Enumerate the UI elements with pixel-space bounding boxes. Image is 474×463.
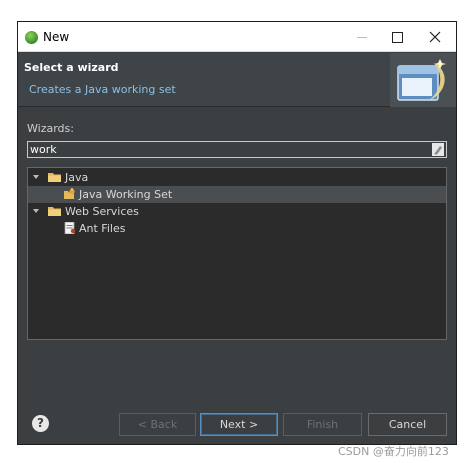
tree-item-web-services[interactable]: Web Services: [28, 203, 446, 220]
eclipse-app-icon: [25, 31, 38, 44]
header-description: Creates a Java working set: [29, 83, 176, 96]
ant-file-icon: [64, 222, 76, 234]
folder-icon: [48, 207, 61, 216]
new-wizard-dialog: New Select a wizard Creates a Java worki…: [17, 21, 457, 445]
wizard-filter: [27, 141, 447, 158]
close-icon: [429, 31, 441, 43]
tree-item-label: Java Working Set: [79, 188, 173, 201]
cancel-button[interactable]: Cancel: [368, 413, 447, 436]
watermark: CSDN @奋力向前123: [338, 445, 449, 458]
folder-icon: [48, 173, 61, 182]
tree-item-java[interactable]: Java: [28, 169, 446, 186]
close-button[interactable]: [416, 22, 454, 52]
minimize-button[interactable]: [343, 22, 381, 52]
tree-item-label: Web Services: [65, 205, 139, 218]
working-set-icon: [64, 188, 75, 199]
window-title: New: [43, 30, 70, 44]
back-button[interactable]: < Back: [119, 413, 196, 436]
expand-arrow-icon[interactable]: [33, 209, 39, 213]
header-title: Select a wizard: [24, 61, 119, 74]
wizard-banner-icon: [390, 53, 456, 107]
tree-item-java-working-set[interactable]: Java Working Set: [28, 186, 446, 203]
maximize-button[interactable]: [379, 22, 417, 52]
title-bar: New: [18, 22, 456, 52]
tree-item-label: Ant Files: [79, 222, 126, 235]
tree-item-ant-files[interactable]: Ant Files: [28, 220, 446, 237]
wizard-header: Select a wizard Creates a Java working s…: [18, 53, 456, 107]
tree-item-label: Java: [65, 171, 89, 184]
wizard-filter-input[interactable]: [29, 142, 409, 157]
finish-button[interactable]: Finish: [283, 413, 362, 436]
clear-filter-icon[interactable]: [432, 143, 444, 156]
expand-arrow-icon[interactable]: [33, 175, 39, 179]
next-button[interactable]: Next >: [200, 413, 278, 436]
help-button[interactable]: ?: [32, 415, 49, 432]
wizard-tree[interactable]: Java Java Working Set Web Services Ant F…: [27, 167, 447, 340]
wizards-label: Wizards:: [27, 122, 74, 135]
